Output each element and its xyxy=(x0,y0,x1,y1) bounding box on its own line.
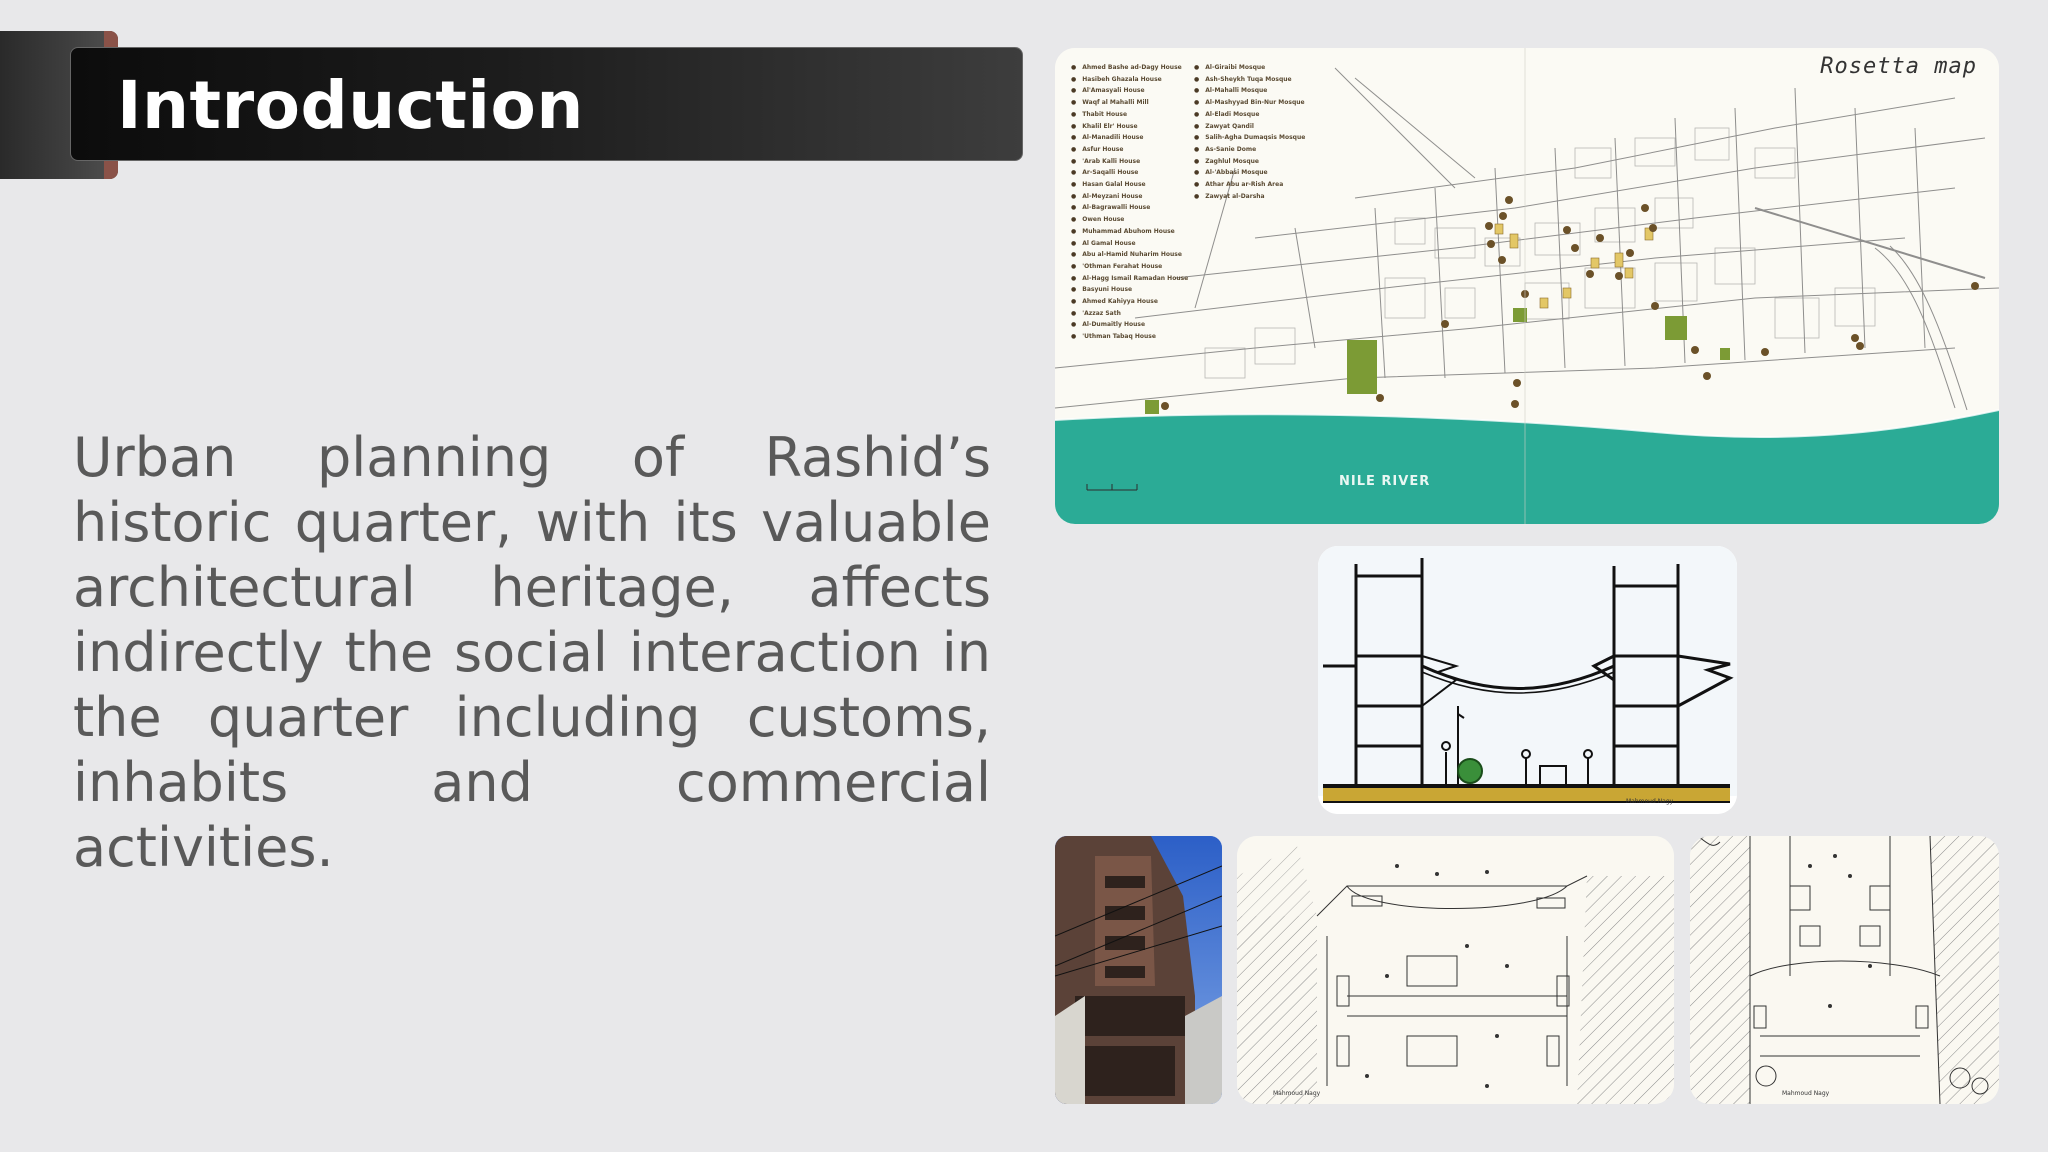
legend-mosque-item: Al-Mahalli Mosque xyxy=(1194,85,1305,97)
plan2-drawing xyxy=(1690,836,1999,1104)
legend-house-item: 'Uthman Tabaq House xyxy=(1071,331,1188,343)
map-caption: Rosetta map xyxy=(1812,52,1985,81)
legend-house-item: Ar-Saqalli House xyxy=(1071,167,1188,179)
legend-mosque-item: Salih-Agha Dumaqsis Mosque xyxy=(1194,132,1305,144)
legend-house-item: Abu al-Hamid Nuharim House xyxy=(1071,249,1188,261)
river-label: NILE RIVER xyxy=(1339,474,1431,489)
street-plan-drawing-2: Mahmoud Nagy xyxy=(1690,836,1999,1104)
legend-mosque-item: Al-'Abbasi Mosque xyxy=(1194,167,1305,179)
legend-house-item: Basyuni House xyxy=(1071,284,1188,296)
slide-title: Introduction xyxy=(117,67,584,144)
legend-house-item: Asfur House xyxy=(1071,144,1188,156)
body-paragraph: Urban planning of Rashid’s historic quar… xyxy=(73,426,991,879)
legend-house-item: Waqf al Mahalli Mill xyxy=(1071,97,1188,109)
legend-house-item: Ahmed Bashe ad-Dagy House xyxy=(1071,62,1188,74)
plan2-signature: Mahmoud Nagy xyxy=(1782,1090,1830,1097)
section-signature: Mahmoud Nagy xyxy=(1626,798,1674,805)
photo-drawing xyxy=(1055,836,1222,1104)
legend-house-item: Al-Dumaitly House xyxy=(1071,319,1188,331)
legend-mosque-item: Athar Abu ar-Rish Area xyxy=(1194,179,1305,191)
legend-house-item: Al'Amasyali House xyxy=(1071,85,1188,97)
legend-mosque-item: Al-Mashyyad Bin-Nur Mosque xyxy=(1194,97,1305,109)
legend-mosque-item: Ash-Sheykh Tuqa Mosque xyxy=(1194,74,1305,86)
legend-house-item: Thabit House xyxy=(1071,109,1188,121)
legend-house-item: Al-Meyzani House xyxy=(1071,191,1188,203)
legend-mosque-item: Zawyat al-Darsha xyxy=(1194,191,1305,203)
legend-house-item: Owen House xyxy=(1071,214,1188,226)
section-drawing xyxy=(1318,546,1737,814)
legend-mosque-item: As-Sanie Dome xyxy=(1194,144,1305,156)
legend-house-item: 'Othman Ferahat House xyxy=(1071,261,1188,273)
plan1-drawing xyxy=(1237,836,1674,1104)
legend-house-item: 'Azzaz Sath xyxy=(1071,308,1188,320)
legend-house-item: Khalil Elr' House xyxy=(1071,121,1188,133)
legend-house-item: Ahmed Kahiyya House xyxy=(1071,296,1188,308)
legend-mosque-item: Zawyat Qandil xyxy=(1194,121,1305,133)
legend-house-item: Al-Bagrawalli House xyxy=(1071,202,1188,214)
legend-mosque-item: Al-Giraibi Mosque xyxy=(1194,62,1305,74)
legend-mosque-item: Al-Eladi Mosque xyxy=(1194,109,1305,121)
street-plan-drawing-1: Mahmoud Nagy xyxy=(1237,836,1674,1104)
legend-house-item: Hasibeh Ghazala House xyxy=(1071,74,1188,86)
map-legend-houses: Ahmed Bashe ad-Dagy HouseHasibeh Ghazala… xyxy=(1071,62,1188,343)
legend-house-item: Al-Manadili House xyxy=(1071,132,1188,144)
legend-house-item: 'Arab Kalli House xyxy=(1071,156,1188,168)
legend-house-item: Hasan Galal House xyxy=(1071,179,1188,191)
rosetta-map-image: Ahmed Bashe ad-Dagy HouseHasibeh Ghazala… xyxy=(1055,48,1999,524)
legend-house-item: Al-Hagg Ismail Ramadan House xyxy=(1071,273,1188,285)
legend-house-item: Al Gamal House xyxy=(1071,238,1188,250)
legend-mosque-item: Zaghlul Mosque xyxy=(1194,156,1305,168)
street-section-sketch: Mahmoud Nagy xyxy=(1318,546,1737,814)
map-legend-mosques: Al-Giraibi MosqueAsh-Sheykh Tuqa MosqueA… xyxy=(1194,62,1305,202)
historic-house-photo xyxy=(1055,836,1222,1104)
plan1-signature: Mahmoud Nagy xyxy=(1273,1090,1321,1097)
legend-house-item: Muhammad Abuhom House xyxy=(1071,226,1188,238)
